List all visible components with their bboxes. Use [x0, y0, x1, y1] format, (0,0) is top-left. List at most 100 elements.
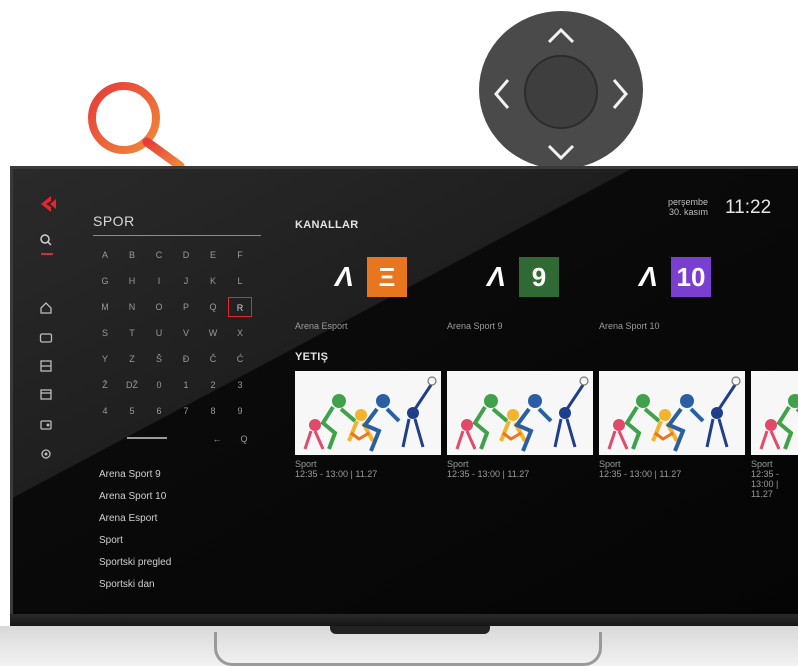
suggestion-item[interactable]: Arena Sport 9	[99, 469, 161, 480]
key-s[interactable]: S	[93, 323, 117, 343]
channel-logo-arena-sport-9[interactable]: Ʌ 9	[487, 257, 561, 297]
search-key[interactable]: Q	[232, 429, 256, 449]
tv-frame: SPOR A B C D E F G H I J K L M N O P Q R S T U V W X Y Z Š Đ Č Ć Ž DŽ 0 1…	[10, 166, 798, 626]
key-1[interactable]: 1	[174, 375, 198, 395]
key-k[interactable]: K	[201, 271, 225, 291]
key-4[interactable]: 4	[93, 401, 117, 421]
key-z[interactable]: Z	[120, 349, 144, 369]
key-x[interactable]: X	[228, 323, 252, 343]
key-2[interactable]: 2	[201, 375, 225, 395]
key-9[interactable]: 9	[228, 401, 252, 421]
space-key[interactable]	[127, 437, 167, 439]
key-n[interactable]: N	[120, 297, 144, 317]
catchup-meta: Sport 12:35 - 13:00 | 11.27	[447, 459, 529, 479]
catchup-card[interactable]	[447, 371, 593, 455]
key-š[interactable]: Š	[147, 349, 171, 369]
channel-name: Arena Sport 10	[599, 321, 660, 331]
key-5[interactable]: 5	[120, 401, 144, 421]
arena-mark: Ʌ	[487, 261, 506, 292]
key-f[interactable]: F	[228, 245, 252, 265]
key-h[interactable]: H	[120, 271, 144, 291]
suggestion-item[interactable]: Sportski dan	[99, 579, 155, 590]
date-display: perşembe 30. kasım	[658, 197, 708, 217]
catchup-meta: Sport 12:35 - 13:00 | 11.27	[751, 459, 798, 499]
channel-logo-arena-esport[interactable]: Ʌ Ξ	[335, 257, 409, 297]
channel-logo-arena-sport-10[interactable]: Ʌ 10	[639, 257, 713, 297]
key-y[interactable]: Y	[93, 349, 117, 369]
tv-bezel	[10, 614, 798, 626]
key-t[interactable]: T	[120, 323, 144, 343]
catchup-heading: YETIŞ	[295, 351, 329, 363]
key-u[interactable]: U	[147, 323, 171, 343]
search-icon	[88, 82, 185, 170]
date: 30. kasım	[668, 207, 708, 217]
sport-thumbnail-art	[295, 371, 441, 455]
search-underline	[93, 235, 261, 236]
key-č[interactable]: Č	[201, 349, 225, 369]
channels-heading: KANALLAR	[295, 219, 359, 231]
key-g[interactable]: G	[93, 271, 117, 291]
search-query[interactable]: SPOR	[93, 213, 135, 229]
sport-thumbnail-art	[447, 371, 593, 455]
key-r[interactable]: R	[228, 297, 252, 317]
key-v[interactable]: V	[174, 323, 198, 343]
key-w[interactable]: W	[201, 323, 225, 343]
key-m[interactable]: M	[93, 297, 117, 317]
sport-thumbnail-art	[599, 371, 745, 455]
key-8[interactable]: 8	[201, 401, 225, 421]
radio-icon[interactable]	[39, 417, 53, 431]
tv-stand	[214, 632, 602, 666]
catchup-genre: Sport	[447, 459, 469, 469]
catchup-card[interactable]	[751, 371, 798, 455]
suggestion-item[interactable]: Sport	[99, 535, 123, 546]
key-ć[interactable]: Ć	[228, 349, 252, 369]
key-3[interactable]: 3	[228, 375, 252, 395]
key-l[interactable]: L	[228, 271, 252, 291]
guide-icon[interactable]	[39, 387, 53, 401]
key-o[interactable]: O	[147, 297, 171, 317]
key-p[interactable]: P	[174, 297, 198, 317]
arena-mark: Ʌ	[335, 261, 354, 292]
settings-icon[interactable]	[39, 447, 53, 461]
key-j[interactable]: J	[174, 271, 198, 291]
key-a[interactable]: A	[93, 245, 117, 265]
catchup-time: 12:35 - 13:00 | 11.27	[295, 469, 378, 479]
key-đ[interactable]: Đ	[174, 349, 198, 369]
app-logo	[41, 196, 56, 212]
catchup-time: 12:35 - 13:00 | 11.27	[599, 469, 682, 479]
channel-badge: Ξ	[367, 257, 407, 297]
key-d[interactable]: D	[174, 245, 198, 265]
backspace-key[interactable]: ←	[205, 429, 229, 449]
key-7[interactable]: 7	[174, 401, 198, 421]
active-indicator	[41, 253, 53, 255]
key-b[interactable]: B	[120, 245, 144, 265]
tv-screen: SPOR A B C D E F G H I J K L M N O P Q R S T U V W X Y Z Š Đ Č Ć Ž DŽ 0 1…	[13, 169, 798, 614]
search-icon[interactable]	[39, 233, 53, 247]
key-i[interactable]: I	[147, 271, 171, 291]
key-q[interactable]: Q	[201, 297, 225, 317]
arena-mark: Ʌ	[639, 261, 658, 292]
film-icon[interactable]	[39, 359, 53, 373]
tv-icon[interactable]	[39, 331, 53, 345]
channel-badge: 10	[671, 257, 711, 297]
channel-name: Arena Esport	[295, 321, 348, 331]
suggestion-item[interactable]: Arena Esport	[99, 513, 157, 524]
catchup-time: 12:35 - 13:00 | 11.27	[751, 469, 780, 499]
key-6[interactable]: 6	[147, 401, 171, 421]
key-0[interactable]: 0	[147, 375, 171, 395]
sport-thumbnail-art	[751, 371, 798, 455]
catchup-genre: Sport	[599, 459, 621, 469]
suggestion-item[interactable]: Sportski pregled	[99, 557, 171, 568]
catchup-card[interactable]	[295, 371, 441, 455]
remote-dpad[interactable]	[478, 10, 644, 170]
suggestion-item[interactable]: Arena Sport 10	[99, 491, 166, 502]
key-c[interactable]: C	[147, 245, 171, 265]
catchup-card[interactable]	[599, 371, 745, 455]
catchup-meta: Sport 12:35 - 13:00 | 11.27	[599, 459, 681, 479]
key-dž[interactable]: DŽ	[120, 375, 144, 395]
key-ž[interactable]: Ž	[93, 375, 117, 395]
channel-name: Arena Sport 9	[447, 321, 503, 331]
catchup-genre: Sport	[295, 459, 317, 469]
home-icon[interactable]	[39, 301, 53, 315]
key-e[interactable]: E	[201, 245, 225, 265]
